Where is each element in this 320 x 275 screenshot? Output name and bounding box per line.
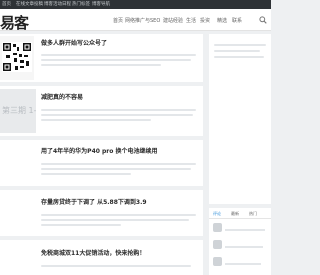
- nav-item-contact[interactable]: 联系: [232, 17, 242, 24]
- tab-comments[interactable]: 评论: [213, 211, 221, 217]
- search-icon[interactable]: [259, 16, 267, 24]
- nav-item-life[interactable]: 生活: [186, 17, 196, 24]
- sidebar-text-line: [214, 56, 264, 58]
- post-thumbnail[interactable]: [0, 36, 34, 80]
- topbar-link-submit[interactable]: 在线文章投稿: [16, 1, 43, 7]
- nav-item-seo[interactable]: 网络推广与SEO: [125, 17, 160, 24]
- post-excerpt-line: [41, 214, 196, 216]
- post-title[interactable]: 减肥真的不容易: [41, 92, 83, 101]
- post-excerpt-line: [41, 163, 196, 165]
- avatar[interactable]: [213, 223, 222, 232]
- avatar[interactable]: [213, 240, 222, 249]
- post-excerpt-line: [41, 59, 191, 61]
- post-excerpt-line: [41, 54, 196, 56]
- nav-item-build[interactable]: 建站经验: [163, 17, 183, 24]
- comment-text-line: [225, 263, 261, 265]
- qr-code-image: [2, 42, 32, 72]
- post-card: 做多人群开始写公众号了: [0, 34, 203, 82]
- post-excerpt-line: [41, 219, 189, 221]
- post-card: 用了4年半的华为P40 pro 换个电池继续用: [0, 140, 203, 186]
- post-excerpt-line: [41, 224, 121, 226]
- post-excerpt-line: [41, 109, 196, 111]
- tab-hot[interactable]: 热门: [249, 211, 257, 217]
- site-header: 易客 首页 网络推广与SEO 建站经验 生活 投资 精选 联系: [0, 9, 271, 33]
- post-title[interactable]: 用了4年半的华为P40 pro 换个电池继续用: [41, 146, 157, 155]
- post-excerpt-line: [41, 64, 161, 66]
- post-card: 存量房贷终于下调了 从5.88下调到3.9: [0, 190, 203, 236]
- nav-item-home[interactable]: 首页: [113, 17, 123, 24]
- post-excerpt-line: [41, 265, 191, 267]
- topbar-link-events[interactable]: 博客活动日程: [44, 1, 71, 7]
- sidebar-text-line: [214, 50, 260, 52]
- post-excerpt-line: [41, 173, 131, 175]
- thumbnail-caption: 第三期 1-10: [2, 106, 36, 115]
- nav-item-featured[interactable]: 精选: [217, 17, 227, 24]
- comment-text-line: [225, 246, 263, 248]
- post-title[interactable]: 做多人群开始写公众号了: [41, 38, 107, 47]
- sidebar-comments-widget: 评论 最新 热门: [209, 208, 271, 275]
- nav-item-invest[interactable]: 投资: [200, 17, 210, 24]
- sidebar-text-line: [214, 44, 266, 46]
- comment-text-line: [225, 229, 265, 231]
- site-logo[interactable]: 易客: [0, 12, 29, 33]
- sidebar-widget-top: [209, 34, 271, 204]
- post-title[interactable]: 免税商城双11大促销活动，快来抢购！: [41, 248, 145, 257]
- post-excerpt-line: [41, 168, 191, 170]
- post-thumbnail[interactable]: 第三期 1-10: [0, 89, 36, 133]
- avatar[interactable]: [213, 257, 222, 266]
- topbar-link-tags[interactable]: 热门标签: [72, 1, 90, 7]
- topbar-link-home[interactable]: 首页: [2, 1, 11, 7]
- post-excerpt-line: [41, 119, 151, 121]
- tab-divider: [209, 218, 271, 219]
- post-title[interactable]: 存量房贷终于下调了 从5.88下调到3.9: [41, 197, 147, 206]
- topbar-link-nav[interactable]: 博客导航: [92, 1, 110, 7]
- tab-latest[interactable]: 最新: [231, 211, 239, 217]
- post-card: 第三期 1-10 减肥真的不容易: [0, 86, 203, 136]
- top-bar: 首页 在线文章投稿 博客活动日程 热门标签 博客导航: [0, 0, 271, 9]
- post-card: 免税商城双11大促销活动，快来抢购！: [0, 240, 203, 275]
- post-excerpt-line: [41, 114, 193, 116]
